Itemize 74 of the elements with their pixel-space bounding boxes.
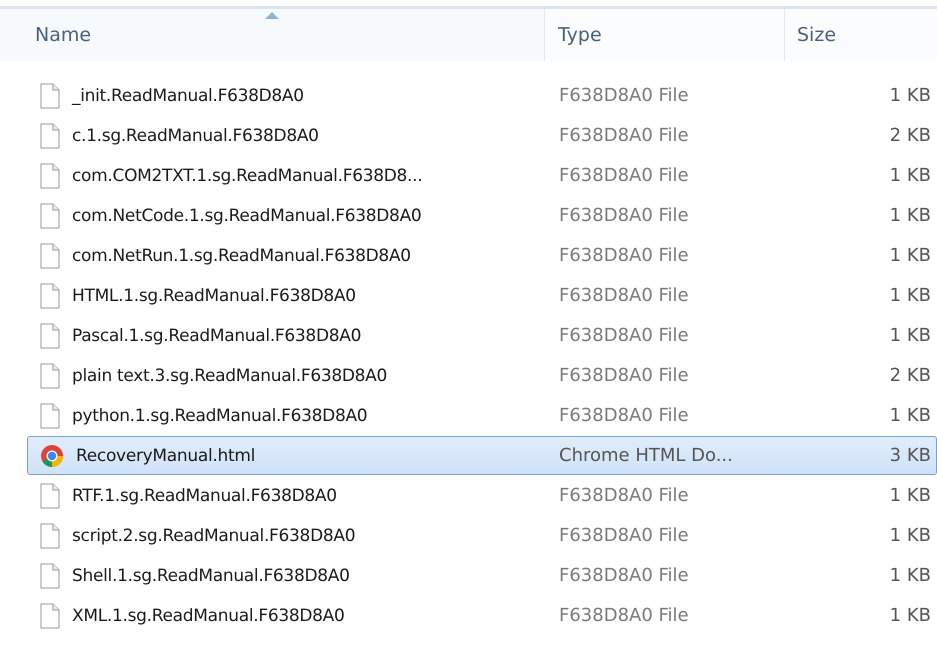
browser-icon (40, 444, 64, 468)
file-icon (40, 402, 60, 428)
column-header[interactable]: Type (545, 9, 785, 61)
file-size: 1 KB (888, 205, 932, 226)
file-icon (40, 82, 60, 108)
file-icon (40, 482, 60, 508)
file-icon (40, 322, 60, 348)
file-name: RTF.1.sg.ReadManual.F638D8A0 (72, 486, 337, 506)
file-name: plain text.3.sg.ReadManual.F638D8A0 (72, 366, 388, 386)
file-type: F638D8A0 File (558, 325, 690, 346)
file-name: c.1.sg.ReadManual.F638D8A0 (72, 126, 319, 146)
file-row[interactable]: python.1.sg.ReadManual.F638D8A0 F638D8A0 File 1 KB (27, 396, 937, 435)
sort-arrow-icon (265, 12, 279, 19)
file-size: 1 KB (888, 605, 932, 626)
file-type: F638D8A0 File (558, 285, 690, 306)
file-type: F638D8A0 File (558, 365, 690, 386)
file-icon (40, 122, 60, 148)
file-name: com.COM2TXT.1.sg.ReadManual.F638D8... (72, 166, 422, 186)
file-size: 2 KB (888, 125, 932, 146)
file-icon (40, 522, 60, 548)
file-size: 1 KB (888, 485, 932, 506)
file-row[interactable]: RTF.1.sg.ReadManual.F638D8A0 F638D8A0 File 1 KB (27, 476, 937, 515)
file-name: HTML.1.sg.ReadManual.F638D8A0 (72, 286, 356, 306)
file-name: XML.1.sg.ReadManual.F638D8A0 (72, 606, 345, 626)
file-name: com.NetRun.1.sg.ReadManual.F638D8A0 (72, 246, 411, 266)
file-type: F638D8A0 File (558, 205, 690, 226)
file-type: F638D8A0 File (558, 125, 690, 146)
file-row[interactable]: plain text.3.sg.ReadManual.F638D8A0 F638D8A0 File 2 KB (27, 356, 937, 395)
file-type: F638D8A0 File (558, 405, 690, 426)
file-row[interactable]: c.1.sg.ReadManual.F638D8A0 F638D8A0 File 2 KB (27, 116, 937, 155)
file-icon (40, 562, 60, 588)
file-type: F638D8A0 File (558, 605, 690, 626)
file-type: F638D8A0 File (558, 565, 690, 586)
file-icon (40, 202, 60, 228)
file-icon (40, 242, 60, 268)
file-type: F638D8A0 File (558, 85, 690, 106)
column-header[interactable]: Size (785, 9, 937, 61)
file-size: 1 KB (888, 245, 932, 266)
file-type: F638D8A0 File (558, 165, 690, 186)
file-row[interactable]: Shell.1.sg.ReadManual.F638D8A0 F638D8A0 File 1 KB (27, 556, 937, 595)
file-row[interactable]: com.NetRun.1.sg.ReadManual.F638D8A0 F638D8A0 File 1 KB (27, 236, 937, 275)
file-name: Shell.1.sg.ReadManual.F638D8A0 (72, 566, 350, 586)
file-row[interactable]: XML.1.sg.ReadManual.F638D8A0 F638D8A0 File 1 KB (27, 596, 937, 635)
file-icon (40, 602, 60, 628)
file-size: 1 KB (888, 285, 932, 306)
file-size: 1 KB (888, 565, 932, 586)
file-icon (40, 162, 60, 188)
file-type: F638D8A0 File (558, 525, 690, 546)
file-name: RecoveryManual.html (76, 446, 256, 466)
file-type: Chrome HTML Do... (558, 445, 734, 466)
file-row[interactable]: script.2.sg.ReadManual.F638D8A0 F638D8A0 File 1 KB (27, 516, 937, 555)
file-name: _init.ReadManual.F638D8A0 (72, 86, 304, 106)
file-name: script.2.sg.ReadManual.F638D8A0 (72, 526, 356, 546)
file-icon (40, 362, 60, 388)
file-size: 1 KB (888, 525, 932, 546)
selected-file-row[interactable]: RecoveryManual.html Chrome HTML Do... 3 KB (27, 436, 937, 475)
file-size: 1 KB (888, 325, 932, 346)
file-size: 1 KB (888, 165, 932, 186)
file-row[interactable]: com.NetCode.1.sg.ReadManual.F638D8A0 F638D8A0 File 1 KB (27, 196, 937, 235)
file-type: F638D8A0 File (558, 485, 690, 506)
file-row[interactable]: Pascal.1.sg.ReadManual.F638D8A0 F638D8A0 File 1 KB (27, 316, 937, 355)
file-name: python.1.sg.ReadManual.F638D8A0 (72, 406, 368, 426)
file-row[interactable]: HTML.1.sg.ReadManual.F638D8A0 F638D8A0 File 1 KB (27, 276, 937, 315)
file-name: com.NetCode.1.sg.ReadManual.F638D8A0 (72, 206, 422, 226)
file-size: 2 KB (888, 365, 932, 386)
file-name: Pascal.1.sg.ReadManual.F638D8A0 (72, 326, 362, 346)
column-header[interactable]: Name (0, 9, 545, 61)
file-size: 1 KB (888, 405, 932, 426)
file-row[interactable]: _init.ReadManual.F638D8A0 F638D8A0 File 1 KB (27, 76, 937, 115)
file-type: F638D8A0 File (558, 245, 690, 266)
file-size: 3 KB (888, 445, 932, 466)
file-size: 1 KB (888, 85, 932, 106)
file-icon (40, 282, 60, 308)
file-row[interactable]: com.COM2TXT.1.sg.ReadManual.F638D8... F638D8A0 File 1 KB (27, 156, 937, 195)
